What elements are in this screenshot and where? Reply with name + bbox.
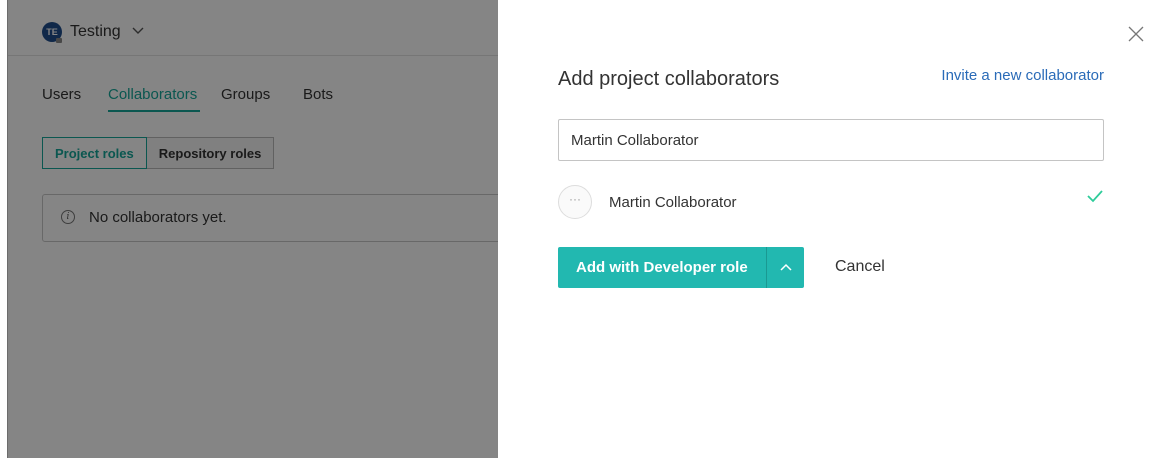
add-button-group: Add with Developer role [558, 247, 804, 288]
search-result-item[interactable]: ··· Martin Collaborator [558, 183, 1104, 221]
avatar: ··· [558, 185, 592, 219]
checkmark-icon [1086, 189, 1104, 203]
panel-title: Add project collaborators [558, 68, 780, 90]
close-icon[interactable] [1125, 23, 1147, 45]
collaborator-search-input[interactable] [558, 119, 1104, 161]
add-collaborators-panel: Add project collaborators Invite a new c… [498, 0, 1158, 458]
add-with-role-button[interactable]: Add with Developer role [558, 247, 766, 288]
chevron-up-icon [780, 263, 792, 271]
cancel-button[interactable]: Cancel [835, 258, 885, 276]
role-menu-toggle[interactable] [765, 247, 804, 288]
modal-backdrop[interactable] [7, 0, 498, 458]
invite-collaborator-link[interactable]: Invite a new collaborator [941, 67, 1104, 84]
result-name: Martin Collaborator [609, 194, 737, 211]
